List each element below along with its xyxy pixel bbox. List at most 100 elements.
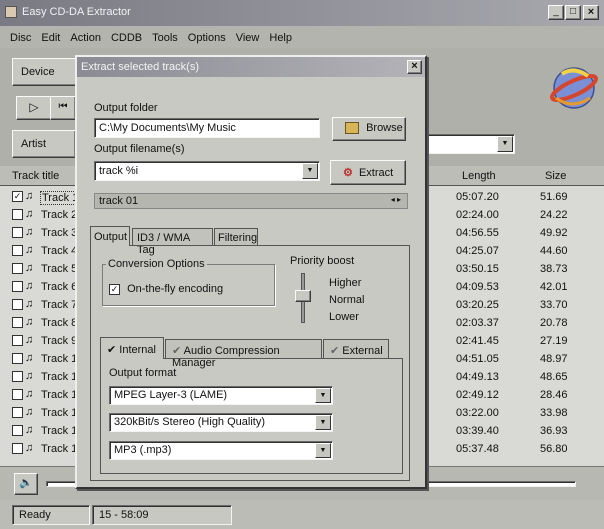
track-title: Track 1 (41, 407, 78, 419)
track-length: 05:07.20 (456, 191, 499, 203)
music-note-icon: ♫ (25, 370, 34, 382)
track-length: 02:03.37 (456, 317, 499, 329)
track-checkbox[interactable] (12, 227, 23, 238)
menu-action[interactable]: Action (70, 32, 101, 48)
priority-higher: Higher (329, 277, 362, 289)
track-size: 48.65 (540, 371, 568, 383)
menu-tools[interactable]: Tools (152, 32, 178, 48)
track-checkbox[interactable] (12, 209, 23, 220)
tab-id3-wma[interactable]: ID3 / WMA Tag (132, 228, 213, 256)
track-size: 38.73 (540, 263, 568, 275)
track-length: 04:09.53 (456, 281, 499, 293)
device-label: Device (21, 66, 55, 78)
output-format-label: Output format (109, 367, 177, 379)
track-checkbox[interactable] (12, 407, 23, 418)
track-checkbox[interactable] (12, 389, 23, 400)
track-checkbox[interactable] (12, 371, 23, 382)
subtab-external[interactable]: ✔ External (323, 339, 389, 359)
checkmark-icon: ✔ (330, 345, 340, 357)
tab-filtering[interactable]: Filtering (214, 228, 258, 246)
music-note-icon: ♫ (25, 298, 34, 310)
track-size: 20.78 (540, 317, 568, 329)
track-length: 04:51.05 (456, 353, 499, 365)
previous-icon: ⏮ (58, 101, 68, 112)
column-header-size[interactable]: Size (545, 170, 566, 182)
menu-disc[interactable]: Disc (10, 32, 31, 48)
menu-help[interactable]: Help (269, 32, 292, 48)
on-the-fly-checkbox[interactable]: ✓ On-the-fly encoding (109, 283, 223, 295)
chevron-down-icon[interactable]: ▼ (315, 415, 331, 430)
track-checkbox[interactable] (12, 245, 23, 256)
track-checkbox[interactable] (12, 443, 23, 454)
music-note-icon: ♫ (25, 226, 34, 238)
track-checkbox[interactable] (12, 353, 23, 364)
track-checkbox[interactable] (12, 281, 23, 292)
previous-button[interactable]: ⏮ (50, 96, 76, 120)
menu-options[interactable]: Options (188, 32, 226, 48)
priority-label: Priority boost (290, 255, 355, 267)
container-select[interactable]: MP3 (.mp3) ▼ (109, 441, 333, 460)
volume-button[interactable]: 🔈 (14, 473, 38, 495)
chevron-down-icon[interactable]: ▼ (315, 388, 331, 403)
output-folder-field[interactable]: C:\My Documents\My Music (94, 118, 320, 138)
track-title: Track 1 (41, 389, 78, 401)
track-checkbox[interactable] (12, 425, 23, 436)
checkmark-icon: ✔ (172, 345, 182, 357)
chevron-down-icon[interactable]: ▼ (497, 136, 513, 152)
app-titlebar: Easy CD-DA Extractor _ □ × (0, 0, 604, 26)
subtab-acm[interactable]: ✔ Audio Compression Manager (165, 339, 322, 369)
track-checkbox[interactable] (12, 317, 23, 328)
browse-button[interactable]: Browse (332, 117, 406, 141)
music-note-icon: ♫ (25, 406, 34, 418)
menu-edit[interactable]: Edit (41, 32, 60, 48)
music-note-icon: ♫ (25, 262, 34, 274)
subtab-internal[interactable]: ✔ Internal (100, 337, 164, 359)
filename-preview: track 01 ◂ ▸ (94, 193, 408, 209)
filename-value: track %i (99, 165, 139, 177)
track-title: Track 1 (41, 443, 78, 455)
menu-cddb[interactable]: CDDB (111, 32, 142, 48)
bitrate-select[interactable]: 320kBit/s Stereo (High Quality) ▼ (109, 413, 333, 432)
play-icon: ▷ (29, 100, 39, 114)
track-length: 04:49.13 (456, 371, 499, 383)
maximize-button[interactable]: □ (565, 5, 581, 20)
device-panel: Device (12, 58, 78, 86)
track-length: 05:37.48 (456, 443, 499, 455)
track-checkbox[interactable] (12, 263, 23, 274)
container-value: MP3 (.mp3) (114, 444, 172, 456)
music-note-icon: ♫ (25, 244, 34, 256)
encoder-value: MPEG Layer-3 (LAME) (114, 389, 228, 401)
music-note-icon: ♫ (25, 442, 34, 454)
close-button[interactable]: × (583, 5, 599, 20)
music-note-icon: ♫ (25, 334, 34, 346)
checkmark-icon: ✔ (107, 344, 117, 356)
play-button[interactable]: ▷ (16, 96, 52, 120)
track-title: Track 8 (41, 317, 78, 329)
track-checkbox[interactable] (12, 335, 23, 346)
on-the-fly-label: On-the-fly encoding (127, 283, 224, 295)
music-note-icon: ♫ (25, 190, 34, 202)
dialog-close-button[interactable]: × (407, 60, 422, 74)
track-checkbox[interactable] (12, 299, 23, 310)
filename-combo[interactable]: track %i ▼ (94, 161, 320, 181)
encoder-select[interactable]: MPEG Layer-3 (LAME) ▼ (109, 386, 333, 405)
priority-slider-thumb[interactable] (295, 290, 311, 302)
track-length: 04:25.07 (456, 245, 499, 257)
track-title: Track 6 (41, 281, 78, 293)
artist-combo[interactable]: ▼ (425, 134, 515, 154)
extract-button[interactable]: ⚙ Extract (330, 160, 406, 185)
chevron-down-icon[interactable]: ▼ (315, 443, 331, 458)
folder-icon (345, 122, 359, 135)
menu-view[interactable]: View (236, 32, 260, 48)
scroll-arrows-icon[interactable]: ◂ ▸ (391, 195, 401, 204)
music-note-icon: ♫ (25, 352, 34, 364)
column-header-title[interactable]: Track title (12, 170, 59, 182)
track-length: 02:41.45 (456, 335, 499, 347)
track-size: 51.69 (540, 191, 568, 203)
minimize-button[interactable]: _ (548, 5, 564, 20)
track-checkbox[interactable]: ✓ (12, 191, 23, 202)
music-note-icon: ♫ (25, 208, 34, 220)
chevron-down-icon[interactable]: ▼ (302, 163, 318, 179)
column-header-length[interactable]: Length (462, 170, 496, 182)
tab-output[interactable]: Output (90, 226, 130, 246)
